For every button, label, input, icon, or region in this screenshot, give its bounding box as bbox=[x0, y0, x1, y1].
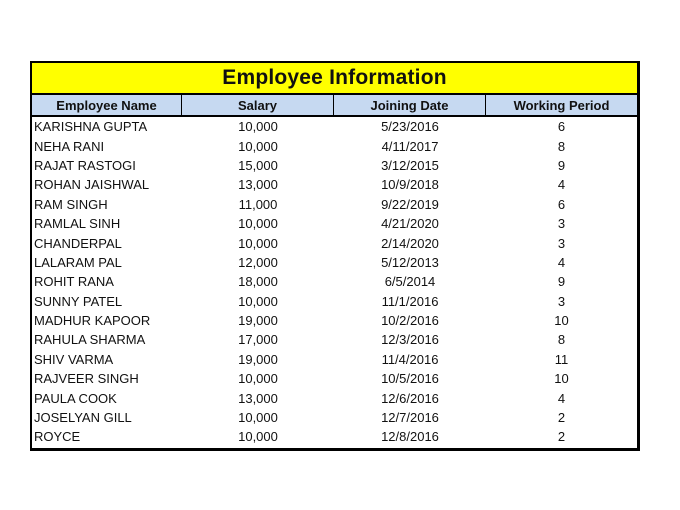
working-period-cell: 9 bbox=[557, 274, 566, 290]
salary-cell: 19,000 bbox=[238, 351, 278, 367]
employee-name-cell: SHIV VARMA bbox=[34, 351, 114, 367]
joining-date-cell: 10/5/2016 bbox=[381, 371, 439, 387]
employee-name-cell: RAJVEER SINGH bbox=[34, 371, 139, 387]
joining-date-cell: 9/22/2019 bbox=[381, 196, 439, 212]
joining-date-cell: 4/21/2020 bbox=[381, 216, 439, 232]
column-header-working-period: Working Period bbox=[513, 97, 610, 113]
joining-date-cell: 11/4/2016 bbox=[381, 351, 439, 367]
working-period-cell: 11 bbox=[554, 351, 569, 367]
column-header-joining-date: Joining Date bbox=[334, 95, 486, 115]
employee-name-cell: RAM SINGH bbox=[34, 196, 108, 212]
table-body: KARISHNA GUPTA 10,000 5/23/2016 6 NEHA RANI 1… bbox=[32, 117, 637, 448]
table-row: JOSELYAN GILL 10,000 12/7/2016 2 bbox=[32, 408, 637, 427]
employee-name-cell: RAMLAL SINH bbox=[34, 216, 121, 232]
employee-table: Employee Information Employee Name Salar… bbox=[30, 61, 640, 451]
joining-date-cell: 2/14/2020 bbox=[381, 235, 439, 251]
salary-cell: 10,000 bbox=[238, 216, 278, 232]
working-period-cell: 10 bbox=[554, 313, 569, 329]
salary-cell: 10,000 bbox=[238, 293, 278, 309]
employee-name-cell: SUNNY PATEL bbox=[34, 293, 123, 309]
joining-date-cell: 11/1/2016 bbox=[381, 293, 439, 309]
salary-cell: 18,000 bbox=[238, 274, 278, 290]
joining-date-cell: 12/3/2016 bbox=[381, 332, 439, 348]
salary-cell: 10,000 bbox=[238, 371, 278, 387]
working-period-cell: 4 bbox=[557, 254, 566, 270]
table-row: RAHULA SHARMA 17,000 12/3/2016 8 bbox=[32, 330, 637, 349]
table-row: ROHAN JAISHWAL 13,000 10/9/2018 4 bbox=[32, 175, 637, 194]
working-period-cell: 8 bbox=[557, 332, 566, 348]
salary-cell: 10,000 bbox=[238, 119, 278, 135]
employee-name-cell: KARISHNA GUPTA bbox=[34, 119, 148, 135]
column-header-employee-name: Employee Name bbox=[32, 95, 182, 115]
working-period-cell: 10 bbox=[554, 371, 569, 387]
table-row: SUNNY PATEL 10,000 11/1/2016 3 bbox=[32, 292, 637, 311]
table-row: SHIV VARMA 19,000 11/4/2016 11 bbox=[32, 350, 637, 369]
salary-cell: 19,000 bbox=[238, 313, 278, 329]
joining-date-cell: 12/8/2016 bbox=[381, 429, 439, 445]
joining-date-cell: 4/11/2017 bbox=[381, 138, 439, 154]
joining-date-cell: 6/5/2014 bbox=[384, 274, 436, 290]
table-row: RAMLAL SINH 10,000 4/21/2020 3 bbox=[32, 214, 637, 233]
salary-cell: 10,000 bbox=[238, 429, 278, 445]
joining-date-cell: 3/12/2015 bbox=[381, 157, 439, 173]
employee-name-cell: LALARAM PAL bbox=[34, 254, 122, 270]
employee-name-cell: PAULA COOK bbox=[34, 390, 117, 406]
joining-date-cell: 12/6/2016 bbox=[381, 390, 439, 406]
salary-cell: 13,000 bbox=[238, 390, 278, 406]
salary-cell: 13,000 bbox=[238, 177, 278, 193]
table-row: ROHIT RANA 18,000 6/5/2014 9 bbox=[32, 272, 637, 291]
working-period-cell: 9 bbox=[557, 157, 566, 173]
working-period-cell: 3 bbox=[557, 293, 566, 309]
table-row: MADHUR KAPOOR 19,000 10/2/2016 10 bbox=[32, 311, 637, 330]
employee-name-cell: ROYCE bbox=[34, 429, 81, 445]
working-period-cell: 6 bbox=[557, 196, 566, 212]
employee-name-cell: RAHULA SHARMA bbox=[34, 332, 146, 348]
employee-name-cell: ROHIT RANA bbox=[34, 274, 114, 290]
table-row: ROYCE 10,000 12/8/2016 2 bbox=[32, 427, 637, 446]
table-row: RAJAT RASTOGI 15,000 3/12/2015 9 bbox=[32, 156, 637, 175]
working-period-cell: 2 bbox=[557, 410, 566, 426]
salary-cell: 10,000 bbox=[238, 410, 278, 426]
table-row: KARISHNA GUPTA 10,000 5/23/2016 6 bbox=[32, 117, 637, 136]
working-period-cell: 3 bbox=[557, 235, 566, 251]
working-period-cell: 6 bbox=[557, 119, 566, 135]
working-period-cell: 4 bbox=[557, 390, 566, 406]
table-title: Employee Information bbox=[32, 63, 637, 95]
working-period-cell: 4 bbox=[557, 177, 566, 193]
employee-name-cell: ROHAN JAISHWAL bbox=[34, 177, 150, 193]
joining-date-cell: 10/9/2018 bbox=[381, 177, 439, 193]
table-row: CHANDERPAL 10,000 2/14/2020 3 bbox=[32, 233, 637, 252]
salary-cell: 12,000 bbox=[238, 254, 278, 270]
table-row: PAULA COOK 13,000 12/6/2016 4 bbox=[32, 388, 637, 407]
joining-date-cell: 10/2/2016 bbox=[381, 313, 439, 329]
salary-cell: 10,000 bbox=[238, 138, 278, 154]
table-row: LALARAM PAL 12,000 5/12/2013 4 bbox=[32, 253, 637, 272]
joining-date-cell: 5/12/2013 bbox=[381, 254, 439, 270]
joining-date-cell: 12/7/2016 bbox=[381, 410, 439, 426]
table-row: RAM SINGH 11,000 9/22/2019 6 bbox=[32, 195, 637, 214]
employee-name-cell: NEHA RANI bbox=[34, 138, 105, 154]
salary-cell: 10,000 bbox=[238, 235, 278, 251]
salary-cell: 17,000 bbox=[238, 332, 278, 348]
table-row: RAJVEER SINGH 10,000 10/5/2016 10 bbox=[32, 369, 637, 388]
joining-date-cell: 5/23/2016 bbox=[381, 119, 439, 135]
salary-cell: 15,000 bbox=[238, 157, 278, 173]
working-period-cell: 3 bbox=[557, 216, 566, 232]
salary-cell: 11,000 bbox=[238, 196, 278, 212]
employee-name-cell: CHANDERPAL bbox=[34, 235, 122, 251]
working-period-cell: 8 bbox=[557, 138, 566, 154]
table-row: NEHA RANI 10,000 4/11/2017 8 bbox=[32, 136, 637, 155]
employee-name-cell: JOSELYAN GILL bbox=[34, 410, 132, 426]
header-row: Employee Name Salary Joining Date Workin… bbox=[32, 95, 637, 117]
column-header-salary: Salary bbox=[182, 95, 334, 115]
employee-name-cell: RAJAT RASTOGI bbox=[34, 157, 136, 173]
employee-name-cell: MADHUR KAPOOR bbox=[34, 313, 151, 329]
working-period-cell: 2 bbox=[557, 429, 566, 445]
